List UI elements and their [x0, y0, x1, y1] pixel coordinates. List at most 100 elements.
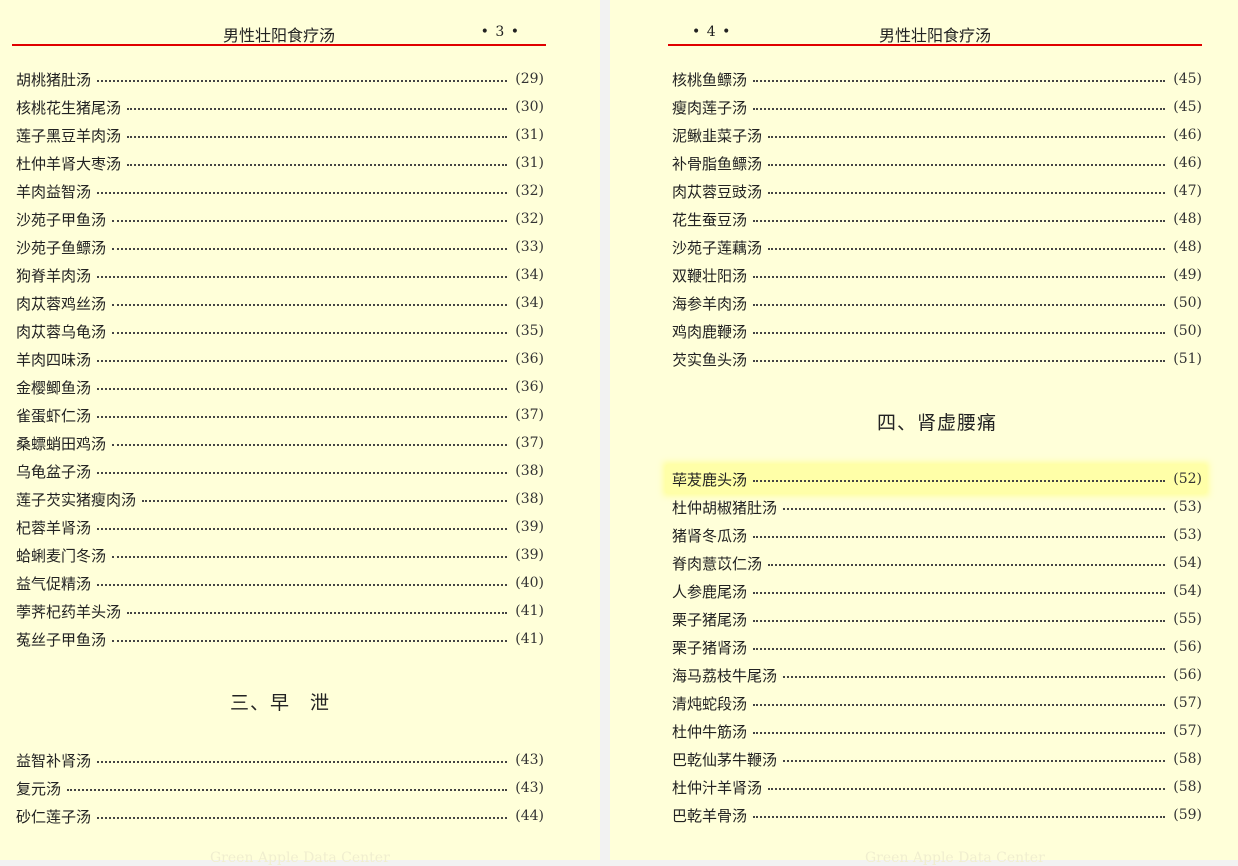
toc-list: 胡桃猪肚汤 (29) 核桃花生猪尾汤 (30) 莲子黑豆羊肉汤 (31) 杜仲羊肾大枣汤 (3…: [16, 65, 544, 653]
toc-entry[interactable]: 杜仲汁羊肾汤 (58): [672, 773, 1202, 801]
toc-entry[interactable]: 狗脊羊肉汤 (34): [16, 261, 544, 289]
toc-entry-title: 荸荠杞药羊头汤: [16, 602, 122, 621]
toc-entry[interactable]: 鸡肉鹿鞭汤 (50): [672, 317, 1202, 345]
toc-entry-page: (45): [1173, 71, 1202, 87]
page-4: • 4 • 男性壮阳食疗汤 核桃鱼鳔汤 (45) 瘦肉莲子汤 (45) 泥鳅韭菜子汤 (4…: [610, 0, 1238, 866]
toc-entry[interactable]: 乌龟盆子汤 (38): [16, 457, 544, 485]
toc-entry-title: 蛤蜊麦门冬汤: [16, 546, 107, 565]
toc-entry[interactable]: 海马荔枝牛尾汤 (56): [672, 661, 1202, 689]
toc-entry-page: (49): [1173, 267, 1202, 283]
toc-entry[interactable]: 核桃花生猪尾汤 (30): [16, 93, 544, 121]
dot-leader: [768, 564, 1166, 566]
dot-leader: [112, 248, 508, 250]
toc-entry-title: 瘦肉莲子汤: [672, 98, 748, 117]
toc-entry-title: 乌龟盆子汤: [16, 462, 92, 481]
toc-entry[interactable]: 巴乾仙茅牛鞭汤 (58): [672, 745, 1202, 773]
toc-entry-title: 莲子黑豆羊肉汤: [16, 126, 122, 145]
toc-entry[interactable]: 胡桃猪肚汤 (29): [16, 65, 544, 93]
toc-entry[interactable]: 肉苁蓉乌龟汤 (35): [16, 317, 544, 345]
toc-list: 荜茇鹿头汤 (52) 杜仲胡椒猪肚汤 (53) 猪肾冬瓜汤 (53) 脊肉薏苡仁汤 (54) 人…: [666, 465, 1206, 829]
toc-entry[interactable]: 雀蛋虾仁汤 (37): [16, 401, 544, 429]
dot-leader: [753, 816, 1166, 818]
toc-entry[interactable]: 肉苁蓉豆豉汤 (47): [672, 177, 1202, 205]
toc-entry-title: 肉苁蓉乌龟汤: [16, 322, 107, 341]
toc-entry-page: (54): [1173, 555, 1202, 571]
dot-leader: [112, 640, 508, 642]
dot-leader: [97, 528, 508, 530]
toc-entry[interactable]: 沙苑子甲鱼汤 (32): [16, 205, 544, 233]
toc-entry[interactable]: 荜茇鹿头汤 (52): [666, 465, 1206, 493]
toc-entry-title: 肉苁蓉鸡丝汤: [16, 294, 107, 313]
dot-leader: [142, 500, 508, 502]
toc-entry[interactable]: 杜仲羊肾大枣汤 (31): [16, 149, 544, 177]
toc-entry[interactable]: 泥鳅韭菜子汤 (46): [672, 121, 1202, 149]
toc-entry-title: 泥鳅韭菜子汤: [672, 126, 763, 145]
toc-entry[interactable]: 羊肉益智汤 (32): [16, 177, 544, 205]
toc-entry[interactable]: 菟丝子甲鱼汤 (41): [16, 625, 544, 653]
dot-leader: [112, 556, 508, 558]
toc-entry[interactable]: 沙苑子莲藕汤 (48): [672, 233, 1202, 261]
toc-entry[interactable]: 猪肾冬瓜汤 (53): [672, 521, 1202, 549]
toc-entry-page: (58): [1173, 751, 1202, 767]
toc-entry[interactable]: 杜仲胡椒猪肚汤 (53): [672, 493, 1202, 521]
toc-entry-title: 莲子芡实猪瘦肉汤: [16, 490, 137, 509]
dot-leader: [97, 761, 508, 763]
toc-entry[interactable]: 复元汤 (43): [16, 774, 544, 802]
toc-entry[interactable]: 肉苁蓉鸡丝汤 (34): [16, 289, 544, 317]
toc-entry-page: (56): [1173, 639, 1202, 655]
toc-entry[interactable]: 蛤蜊麦门冬汤 (39): [16, 541, 544, 569]
toc-entry[interactable]: 益智补肾汤 (43): [16, 746, 544, 774]
toc-entry[interactable]: 花生蚕豆汤 (48): [672, 205, 1202, 233]
toc-entry-title: 桑螵蛸田鸡汤: [16, 434, 107, 453]
dot-leader: [97, 584, 508, 586]
toc-entry[interactable]: 沙苑子鱼鳔汤 (33): [16, 233, 544, 261]
dot-leader: [753, 360, 1166, 362]
toc-entry[interactable]: 瘦肉莲子汤 (45): [672, 93, 1202, 121]
page-number: • 3 •: [480, 24, 520, 40]
toc-entry[interactable]: 核桃鱼鳔汤 (45): [672, 65, 1202, 93]
toc-entry[interactable]: 桑螵蛸田鸡汤 (37): [16, 429, 544, 457]
toc-entry-title: 砂仁莲子汤: [16, 807, 92, 826]
dot-leader: [753, 276, 1166, 278]
toc-entry[interactable]: 双鞭壮阳汤 (49): [672, 261, 1202, 289]
toc-entry[interactable]: 巴乾羊骨汤 (59): [672, 801, 1202, 829]
toc-entry[interactable]: 清炖蛇段汤 (57): [672, 689, 1202, 717]
toc-entry-title: 肉苁蓉豆豉汤: [672, 182, 763, 201]
toc-entry-title: 核桃鱼鳔汤: [672, 70, 748, 89]
toc-entry-page: (54): [1173, 583, 1202, 599]
toc-entry[interactable]: 杜仲牛筋汤 (57): [672, 717, 1202, 745]
toc-entry-page: (45): [1173, 99, 1202, 115]
toc-entry[interactable]: 金樱鲫鱼汤 (36): [16, 373, 544, 401]
toc-entry[interactable]: 莲子芡实猪瘦肉汤 (38): [16, 485, 544, 513]
toc-entry[interactable]: 栗子猪尾汤 (55): [672, 605, 1202, 633]
toc-entry[interactable]: 杞蓉羊肾汤 (39): [16, 513, 544, 541]
toc-entry[interactable]: 芡实鱼头汤 (51): [672, 345, 1202, 373]
toc-entry-title: 益智补肾汤: [16, 751, 92, 770]
toc-entry[interactable]: 莲子黑豆羊肉汤 (31): [16, 121, 544, 149]
toc-entry-page: (55): [1173, 611, 1202, 627]
toc-entry-page: (39): [515, 547, 544, 563]
dot-leader: [783, 760, 1166, 762]
toc-entry-page: (35): [515, 323, 544, 339]
dot-leader: [97, 416, 508, 418]
toc-entry-title: 脊肉薏苡仁汤: [672, 554, 763, 573]
toc-entry[interactable]: 益气促精汤 (40): [16, 569, 544, 597]
toc-entry[interactable]: 人参鹿尾汤 (54): [672, 577, 1202, 605]
toc-entry[interactable]: 补骨脂鱼鳔汤 (46): [672, 149, 1202, 177]
toc-entry[interactable]: 荸荠杞药羊头汤 (41): [16, 597, 544, 625]
toc-entry-page: (58): [1173, 779, 1202, 795]
toc-entry-page: (46): [1173, 155, 1202, 171]
toc-entry[interactable]: 栗子猪肾汤 (56): [672, 633, 1202, 661]
toc-entry[interactable]: 脊肉薏苡仁汤 (54): [672, 549, 1202, 577]
toc-entry-page: (57): [1173, 723, 1202, 739]
toc-entry-page: (36): [515, 351, 544, 367]
dot-leader: [112, 332, 508, 334]
dot-leader: [768, 192, 1166, 194]
toc-entry[interactable]: 羊肉四味汤 (36): [16, 345, 544, 373]
toc-entry[interactable]: 海参羊肉汤 (50): [672, 289, 1202, 317]
dot-leader: [753, 648, 1166, 650]
toc-entry[interactable]: 砂仁莲子汤 (44): [16, 802, 544, 830]
page-header: 男性壮阳食疗汤 • 3 •: [12, 20, 546, 46]
toc-entry-title: 益气促精汤: [16, 574, 92, 593]
toc-entry-title: 沙苑子鱼鳔汤: [16, 238, 107, 257]
